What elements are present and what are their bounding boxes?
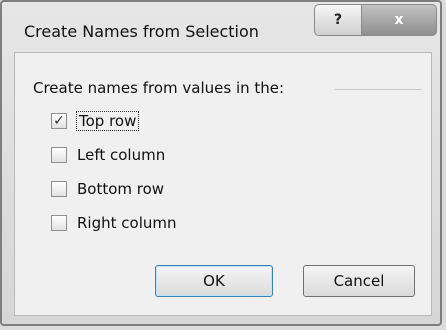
group-divider	[335, 89, 421, 90]
title-bar: Create Names from Selection ? x	[2, 2, 440, 46]
cancel-label: Cancel	[333, 272, 385, 290]
help-icon: ?	[333, 12, 343, 28]
left-column-label[interactable]: Left column	[77, 146, 165, 164]
bottom-row-checkbox[interactable]	[51, 181, 67, 197]
left-column-checkbox[interactable]	[51, 147, 67, 163]
close-icon: x	[394, 12, 404, 28]
ok-label: OK	[203, 272, 225, 290]
close-button[interactable]: x	[361, 4, 437, 36]
options-group: Create names from values in the: ✓ Top r…	[25, 79, 421, 249]
option-bottom-row[interactable]: Bottom row	[51, 177, 164, 201]
right-column-label[interactable]: Right column	[77, 214, 177, 232]
option-left-column[interactable]: Left column	[51, 143, 165, 167]
cancel-button[interactable]: Cancel	[303, 265, 415, 297]
create-names-dialog: Create Names from Selection ? x Create n…	[0, 0, 442, 326]
group-label: Create names from values in the:	[33, 79, 289, 97]
check-icon: ✓	[53, 113, 65, 129]
dialog-body: Create names from values in the: ✓ Top r…	[14, 52, 432, 316]
top-row-label[interactable]: Top row	[75, 111, 140, 131]
dialog-title: Create Names from Selection	[24, 22, 259, 41]
ok-button[interactable]: OK	[155, 265, 273, 297]
top-row-checkbox[interactable]: ✓	[51, 113, 67, 129]
option-right-column[interactable]: Right column	[51, 211, 177, 235]
help-button[interactable]: ?	[314, 4, 362, 36]
right-column-checkbox[interactable]	[51, 215, 67, 231]
option-top-row[interactable]: ✓ Top row	[51, 109, 140, 133]
bottom-row-label[interactable]: Bottom row	[77, 180, 164, 198]
